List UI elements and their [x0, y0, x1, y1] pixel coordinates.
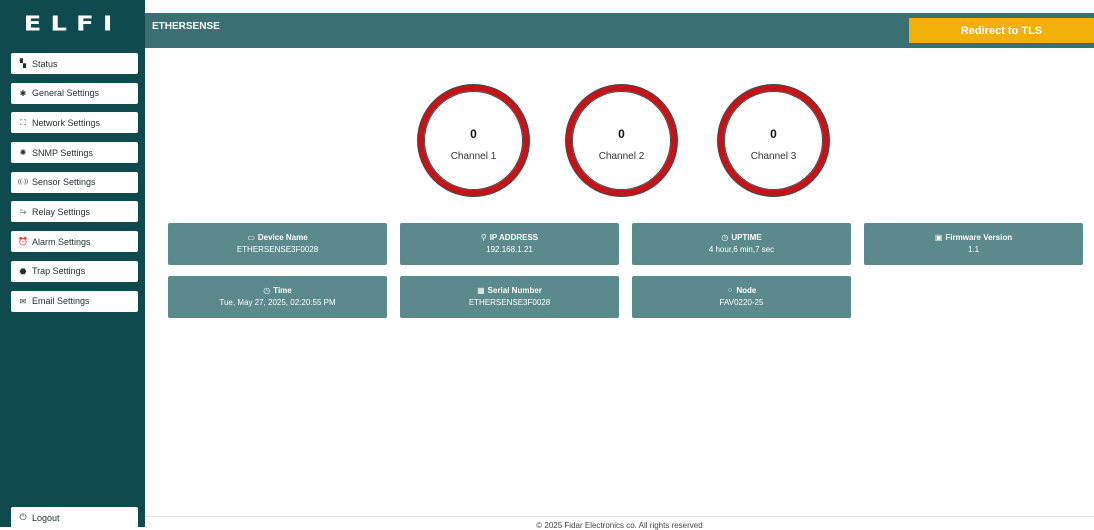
card-value: Tue, May 27, 2025, 02:20:55 PM [219, 298, 336, 307]
power-icon: ⏻ [19, 512, 27, 522]
serial-number-card: ▦ Serial Number ETHERSENSE3F0028 [400, 276, 619, 318]
envelope-icon: ✉ [19, 296, 27, 306]
gauge-label: Channel 1 [450, 151, 497, 162]
footer-divider [145, 516, 1094, 517]
gauge-value: 0 [770, 127, 777, 141]
dashboard-icon: ▚ [19, 59, 27, 68]
sidebar-item-general-settings[interactable]: ✱ General Settings [11, 82, 138, 104]
logout-button[interactable]: ⏻ Logout [11, 507, 138, 528]
card-title: Node [736, 286, 757, 295]
card-title: Firmware Version [945, 233, 1013, 242]
channel-2-gauge: 0 Channel 2 [566, 85, 677, 196]
card-value: 1.1 [967, 245, 980, 254]
sidebar-item-email-settings[interactable]: ✉ Email Settings [11, 290, 138, 312]
device-name-card: ▭ Device Name ETHERSENSE3F0028 [168, 223, 387, 265]
clock-icon: ◷ [263, 286, 271, 295]
page-title: ETHERSENSE [152, 21, 220, 32]
card-value: ETHERSENSE3F0028 [236, 245, 319, 254]
sidebar-item-alarm-settings[interactable]: ⏰ Alarm Settings [11, 231, 138, 253]
elfi-logo: ELFI [0, 0, 145, 48]
clock-icon: ◷ [721, 233, 729, 242]
gauge-label: Channel 2 [598, 151, 645, 162]
sidebar-item-label: Email Settings [32, 296, 90, 306]
sidebar-item-sensor-settings[interactable]: ((·)) Sensor Settings [11, 171, 138, 193]
relay-icon: ⥲ [19, 206, 27, 216]
top-header: ETHERSENSE Redirect to TLS [145, 13, 1094, 48]
snmp-icon: ✺ [19, 148, 27, 158]
sidebar-item-snmp-settings[interactable]: ✺ SNMP Settings [11, 142, 138, 164]
sidebar-item-label: Network Settings [32, 117, 101, 128]
sidebar-item-label: Trap Settings [32, 266, 86, 277]
card-value: ETHERSENSE3F0028 [468, 298, 551, 307]
sidebar-item-label: Alarm Settings [32, 236, 91, 247]
sidebar-item-label: Sensor Settings [32, 177, 96, 188]
monitor-icon: ▭ [247, 233, 255, 242]
sidebar-item-trap-settings[interactable]: ⬣ Trap Settings [11, 260, 138, 282]
card-value: FAV0220-25 [719, 298, 764, 307]
node-icon: ⁘ [726, 286, 734, 295]
card-title: Serial Number [487, 286, 542, 295]
card-title: UPTIME [731, 233, 762, 242]
gauge-label: Channel 3 [750, 151, 797, 162]
footer-copyright: © 2025 Fidar Electronics co. All rights … [536, 521, 703, 530]
logo-text: ELFI [23, 12, 122, 36]
logout-label: Logout [32, 512, 60, 523]
firmware-icon: ▣ [934, 233, 943, 242]
uptime-card: ◷ UPTIME 4 hour,6 min,7 sec [632, 223, 851, 265]
channel-3-gauge: 0 Channel 3 [718, 85, 829, 196]
pin-icon: ⚲ [480, 233, 487, 242]
node-card: ⁘ Node FAV0220-25 [632, 276, 851, 318]
sidebar: ELFI ▚ Status ✱ General Settings ⛶ Netwo… [0, 0, 145, 528]
trap-icon: ⬣ [19, 266, 27, 276]
channel-1-gauge: 0 Channel 1 [418, 85, 529, 196]
firmware-version-card: ▣ Firmware Version 1.1 [864, 223, 1083, 265]
card-title: Device Name [257, 233, 308, 242]
sidebar-item-network-settings[interactable]: ⛶ Network Settings [11, 112, 138, 134]
card-title: Time [273, 286, 292, 295]
gauge-value: 0 [618, 127, 625, 141]
alarm-icon: ⏰ [18, 237, 28, 247]
sidebar-item-status[interactable]: ▚ Status [11, 53, 138, 74]
sidebar-item-label: General Settings [32, 88, 100, 99]
card-value: 4 hour,6 min,7 sec [708, 245, 775, 254]
ip-address-card: ⚲ IP ADDRESS 192.168.1.21 [400, 223, 619, 265]
sidebar-menu: ▚ Status ✱ General Settings ⛶ Network Se… [11, 53, 138, 320]
time-card: ◷ Time Tue, May 27, 2025, 02:20:55 PM [168, 276, 387, 318]
sidebar-item-label: SNMP Settings [32, 147, 93, 158]
sensor-icon: ((·)) [18, 179, 28, 186]
network-icon: ⛶ [20, 117, 26, 127]
redirect-to-tls-button[interactable]: Redirect to TLS [909, 18, 1094, 43]
sidebar-item-label: Relay Settings [32, 206, 91, 217]
gear-icon: ✱ [19, 88, 27, 98]
barcode-icon: ▦ [477, 286, 485, 295]
card-value: 192.168.1.21 [486, 245, 533, 254]
card-title: IP ADDRESS [489, 233, 539, 242]
sidebar-item-label: Status [32, 58, 58, 69]
gauge-value: 0 [470, 127, 477, 141]
sidebar-item-relay-settings[interactable]: ⥲ Relay Settings [11, 201, 138, 223]
